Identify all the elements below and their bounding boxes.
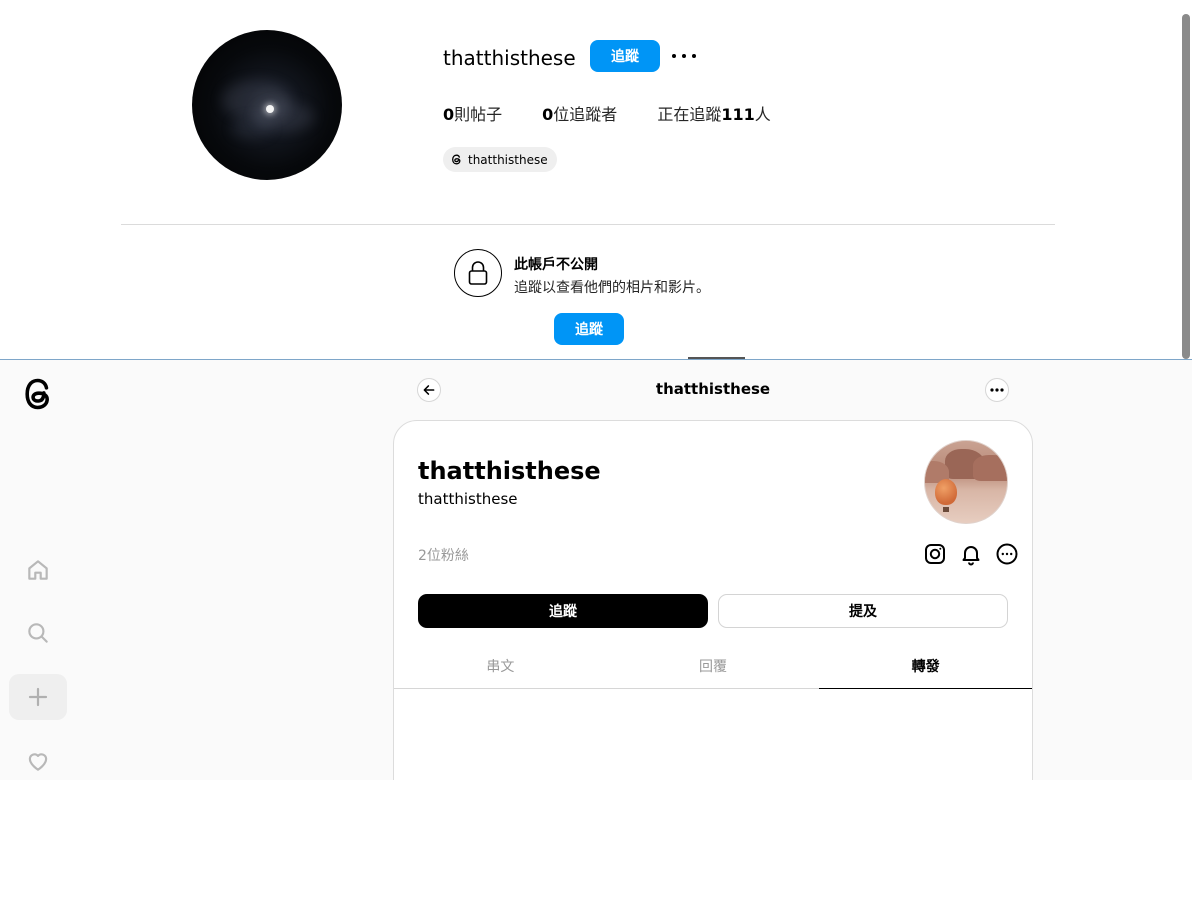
profile-action-icons [912,541,1020,567]
profile-more-button[interactable] [994,541,1020,567]
nav-search[interactable] [9,610,67,656]
nav-activity[interactable] [9,738,67,780]
threads-badge-label: thatthisthese [468,152,548,167]
balloon-graphic [935,479,957,505]
split-handle[interactable] [688,357,745,359]
profile-avatar[interactable] [192,30,342,180]
private-account-subtitle: 追蹤以查看他們的相片和影片。 [514,280,710,296]
back-button[interactable] [417,378,441,402]
arrow-left-icon [423,385,435,395]
header-more-button[interactable] [985,378,1009,402]
private-account-title: 此帳戶不公開 [514,257,598,273]
followers-count: 0 [542,105,554,124]
followers-label: 位追蹤者 [553,105,618,124]
profile-avatar[interactable] [924,440,1008,524]
private-follow-button[interactable]: 追蹤 [554,313,624,345]
ellipsis-icon [990,388,1004,392]
tab-reposts[interactable]: 轉發 [819,643,1032,689]
mention-button[interactable]: 提及 [718,594,1008,628]
profile-name: thatthisthese [418,457,601,485]
follow-button[interactable]: 追蹤 [418,594,708,628]
following-stat[interactable]: 正在追蹤111人 [657,101,770,125]
tab-replies[interactable]: 回覆 [607,643,820,688]
divider [121,224,1055,225]
following-suffix: 人 [754,105,771,124]
profile-username: thatthisthese [443,46,576,70]
following-prefix: 正在追蹤 [657,105,722,124]
moon-glow [266,105,274,113]
followers-stat[interactable]: 0位追蹤者 [542,101,617,125]
nav-create[interactable] [9,674,67,720]
profile-tabs: 串文 回覆 轉發 [394,643,1032,689]
posts-label: 則帖子 [454,105,503,124]
tab-threads[interactable]: 串文 [394,643,607,688]
search-icon [28,623,48,643]
plus-icon [28,687,48,707]
heart-icon [28,753,48,771]
lock-icon [454,249,502,297]
notifications-toggle[interactable] [958,541,984,567]
following-count: 111 [721,105,755,124]
scrollbar[interactable] [1182,14,1190,359]
home-icon [28,560,48,580]
follow-button[interactable]: 追蹤 [590,40,660,72]
nav-home[interactable] [9,547,67,593]
threads-profile-link[interactable]: thatthisthese [443,147,557,172]
instagram-profile-pane: thatthisthese 追蹤 0則帖子 0位追蹤者 正在追蹤111人 tha… [0,0,1192,359]
profile-handle: thatthisthese [418,490,518,508]
profile-card: thatthisthese thatthisthese 2位粉絲 追蹤 提及 串… [393,420,1033,780]
threads-icon [452,154,461,165]
posts-count: 0 [443,105,455,124]
header-title: thatthisthese [655,380,771,398]
instagram-icon [925,544,945,564]
followers-count[interactable]: 2位粉絲 [418,545,469,565]
instagram-link[interactable] [922,541,948,567]
bell-icon [962,546,980,566]
profile-stats: 0則帖子 0位追蹤者 正在追蹤111人 [443,101,811,125]
threads-logo-icon[interactable] [21,376,54,412]
threads-profile-pane: thatthisthese thatthisthese thatthisthes… [0,360,1192,780]
more-circle-icon [996,543,1018,565]
posts-stat: 0則帖子 [443,101,502,125]
more-options-icon[interactable] [672,46,696,66]
